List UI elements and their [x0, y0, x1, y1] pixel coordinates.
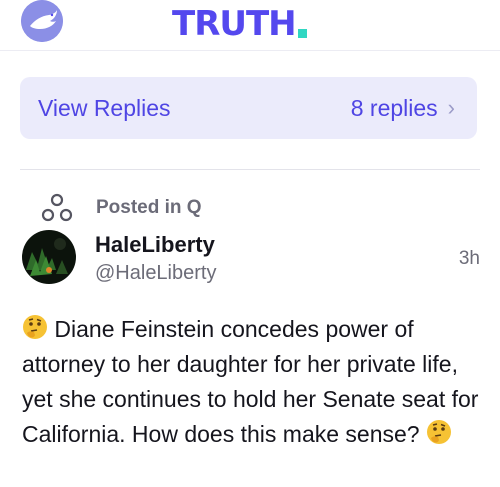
post-author-row: HaleLiberty @HaleLiberty 3h [22, 230, 480, 290]
post-body-text: Diane Feinstein concedes power of attorn… [22, 316, 479, 447]
post-timestamp: 3h [458, 248, 480, 269]
view-replies-button[interactable]: View Replies 8 replies › [20, 77, 477, 139]
thinking-emoji-icon [426, 420, 451, 444]
eagle-icon [21, 0, 63, 42]
profile-avatar[interactable] [21, 0, 63, 42]
truth-logo[interactable]: TRUTH [172, 4, 307, 44]
thinking-emoji-icon [23, 315, 47, 339]
replies-count: 8 replies [350, 94, 438, 121]
chevron-right-icon: › [447, 95, 455, 120]
divider [20, 169, 480, 170]
logo-text: TRUTH [172, 4, 297, 44]
group-icon [41, 193, 73, 222]
author-handle[interactable]: @HaleLiberty [95, 262, 216, 285]
posted-in-group[interactable]: Posted in Q [40, 193, 202, 223]
author-avatar[interactable] [22, 230, 76, 284]
post-text: Diane Feinstein concedes power of attorn… [22, 312, 482, 452]
logo-dot [297, 29, 307, 38]
author-display-name[interactable]: HaleLiberty [95, 232, 215, 258]
view-replies-label: View Replies [38, 94, 171, 121]
posted-in-label: Posted in Q [96, 197, 202, 218]
replies-count-group: 8 replies › [351, 95, 455, 122]
app-header: TRUTH [0, 0, 500, 51]
